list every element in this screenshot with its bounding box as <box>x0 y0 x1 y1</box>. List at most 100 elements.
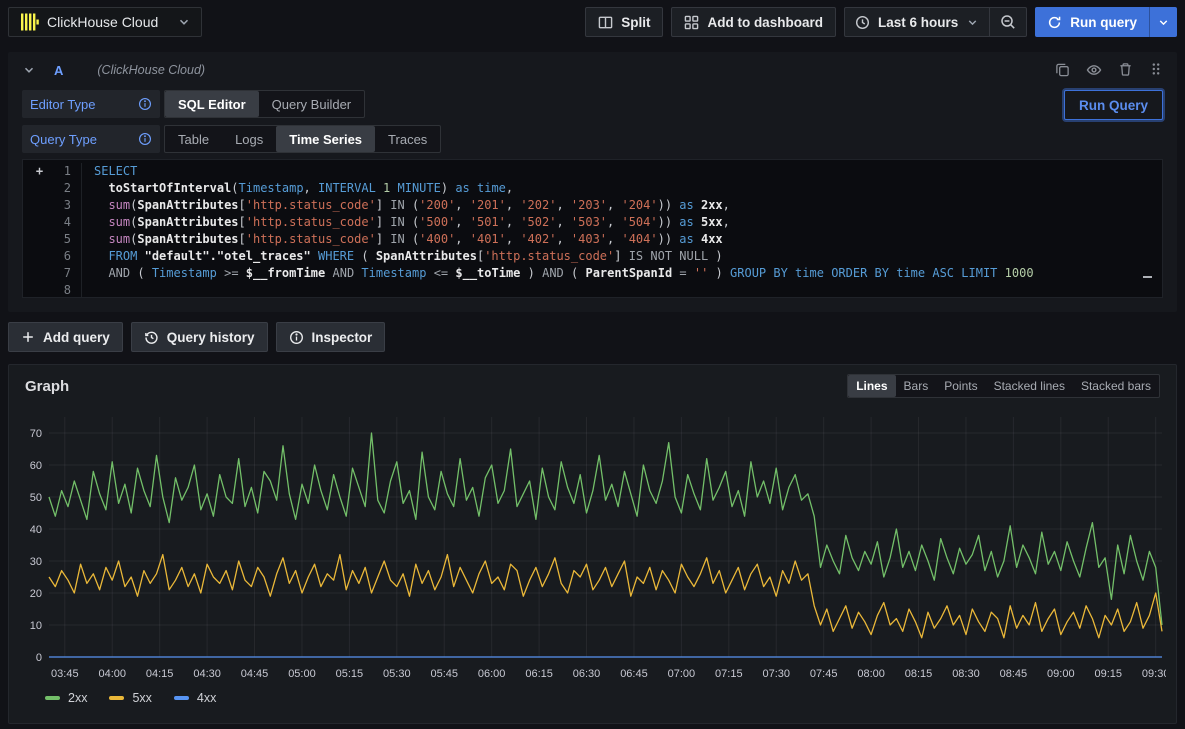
add-to-dashboard-button[interactable]: Add to dashboard <box>671 7 836 37</box>
svg-text:08:30: 08:30 <box>952 668 980 680</box>
add-query-button[interactable]: Add query <box>8 322 123 352</box>
svg-text:09:30: 09:30 <box>1142 668 1166 680</box>
graph-panel-header: Graph LinesBarsPointsStacked linesStacke… <box>19 373 1166 399</box>
remove-query-trash-icon[interactable] <box>1118 62 1133 78</box>
code-line: 4 sum(SpanAttributes['http.status_code']… <box>23 214 1162 231</box>
add-to-dashboard-label: Add to dashboard <box>707 15 823 30</box>
svg-text:07:45: 07:45 <box>810 668 838 680</box>
legend-label: 5xx <box>132 691 151 705</box>
code-line: 6 FROM "default"."otel_traces" WHERE ( S… <box>23 248 1162 265</box>
run-query-panel-button[interactable]: Run Query <box>1064 90 1163 120</box>
info-circle-icon[interactable] <box>138 132 152 146</box>
info-circle-icon[interactable] <box>138 97 152 111</box>
query-type-label-chip: Query Type <box>22 125 160 153</box>
legend-swatch <box>109 696 124 700</box>
graph-panel: Graph LinesBarsPointsStacked linesStacke… <box>8 364 1177 724</box>
svg-text:09:00: 09:00 <box>1047 668 1075 680</box>
code-line: 7 AND ( Timestamp >= $__fromTime AND Tim… <box>23 265 1162 282</box>
svg-text:03:45: 03:45 <box>51 668 79 680</box>
option-sql-editor[interactable]: SQL Editor <box>165 91 259 117</box>
search-minus-icon <box>1000 14 1016 30</box>
query-history-button[interactable]: Query history <box>131 322 268 352</box>
clock-icon <box>855 15 870 30</box>
graph-title: Graph <box>25 378 69 395</box>
legend-item-4xx[interactable]: 4xx <box>174 691 216 705</box>
time-range-button[interactable]: Last 6 hours <box>845 8 989 36</box>
run-query-dropdown-caret[interactable] <box>1149 7 1177 37</box>
run-query-button[interactable]: Run query <box>1035 7 1149 37</box>
zoom-out-button[interactable] <box>990 8 1026 36</box>
svg-text:04:15: 04:15 <box>146 668 174 680</box>
svg-text:05:15: 05:15 <box>336 668 364 680</box>
clickhouse-logo-icon <box>19 12 39 32</box>
sql-editor[interactable]: + 1SELECT2 toStartOfInterval(Timestamp, … <box>22 159 1163 298</box>
svg-text:07:30: 07:30 <box>762 668 790 680</box>
run-query-split-button: Run query <box>1035 7 1177 37</box>
svg-text:08:00: 08:00 <box>857 668 885 680</box>
viz-style-group: LinesBarsPointsStacked linesStacked bars <box>847 374 1160 398</box>
add-line-plus-icon[interactable]: + <box>31 163 48 180</box>
option-stacked-bars[interactable]: Stacked bars <box>1073 375 1159 397</box>
split-icon <box>598 15 613 30</box>
svg-text:06:45: 06:45 <box>620 668 648 680</box>
line-number: 8 <box>23 282 81 298</box>
add-query-label: Add query <box>43 330 110 345</box>
option-points[interactable]: Points <box>936 375 985 397</box>
code-line: 8 <box>23 282 1162 298</box>
legend-item-2xx[interactable]: 2xx <box>45 691 87 705</box>
timeseries-chart[interactable]: 01020304050607003:4504:0004:1504:3004:45… <box>19 405 1166 687</box>
option-lines[interactable]: Lines <box>848 375 895 397</box>
hide-response-eye-icon[interactable] <box>1086 62 1102 78</box>
legend-item-5xx[interactable]: 5xx <box>109 691 151 705</box>
option-traces[interactable]: Traces <box>375 126 440 152</box>
inspector-button[interactable]: Inspector <box>276 322 386 352</box>
split-button[interactable]: Split <box>585 7 663 37</box>
line-number: 3 <box>23 197 81 214</box>
option-table[interactable]: Table <box>165 126 222 152</box>
option-time-series[interactable]: Time Series <box>276 126 375 152</box>
explore-actions-row: Add query Query history Inspector <box>8 322 1177 352</box>
query-row-header[interactable]: A (ClickHouse Cloud) <box>8 52 1177 88</box>
option-bars[interactable]: Bars <box>896 375 937 397</box>
option-logs[interactable]: Logs <box>222 126 276 152</box>
explore-toolbar: ClickHouse Cloud Split Add to dashboard … <box>0 0 1185 44</box>
line-number: 2 <box>23 180 81 197</box>
chevron-down-icon <box>966 16 979 29</box>
line-number: 5 <box>23 231 81 248</box>
option-stacked-lines[interactable]: Stacked lines <box>986 375 1073 397</box>
inspector-label: Inspector <box>312 330 373 345</box>
run-query-label: Run query <box>1070 15 1137 30</box>
svg-text:05:30: 05:30 <box>383 668 411 680</box>
svg-text:07:15: 07:15 <box>715 668 743 680</box>
plus-icon <box>21 330 35 344</box>
chart-legend: 2xx 5xx 4xx <box>45 687 1166 709</box>
line-number: 7 <box>23 265 81 282</box>
legend-swatch <box>174 696 189 700</box>
svg-text:08:15: 08:15 <box>905 668 933 680</box>
line-number: 4 <box>23 214 81 231</box>
svg-text:50: 50 <box>30 492 42 504</box>
editor-type-group: SQL EditorQuery Builder <box>164 90 365 118</box>
chevron-down-icon <box>177 15 191 29</box>
svg-text:04:00: 04:00 <box>98 668 126 680</box>
query-type-label: Query Type <box>30 132 97 147</box>
drag-handle-icon[interactable] <box>1149 62 1163 78</box>
option-query-builder[interactable]: Query Builder <box>259 91 364 117</box>
svg-text:30: 30 <box>30 556 42 568</box>
svg-text:0: 0 <box>36 652 42 664</box>
duplicate-query-icon[interactable] <box>1055 62 1070 78</box>
sql-code[interactable]: 1SELECT2 toStartOfInterval(Timestamp, IN… <box>23 163 1162 298</box>
info-circle-icon <box>289 330 304 345</box>
svg-text:07:00: 07:00 <box>668 668 696 680</box>
datasource-picker[interactable]: ClickHouse Cloud <box>8 7 202 37</box>
svg-text:06:00: 06:00 <box>478 668 506 680</box>
svg-text:06:15: 06:15 <box>525 668 553 680</box>
datasource-hint: (ClickHouse Cloud) <box>97 63 205 77</box>
apps-grid-icon <box>684 15 699 30</box>
query-editor-panel: A (ClickHouse Cloud) Editor Type <box>8 52 1177 312</box>
collapse-chevron-icon[interactable] <box>22 63 36 77</box>
legend-label: 2xx <box>68 691 87 705</box>
split-label: Split <box>621 15 650 30</box>
svg-text:20: 20 <box>30 588 42 600</box>
svg-text:05:00: 05:00 <box>288 668 316 680</box>
